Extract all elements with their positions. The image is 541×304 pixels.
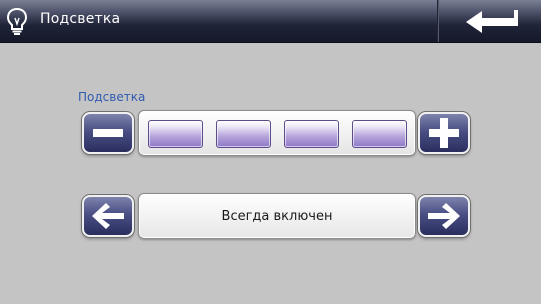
title-bar-divider [437, 0, 439, 42]
level-segment[interactable] [352, 120, 407, 148]
mode-prev-button[interactable] [82, 195, 134, 237]
level-segment[interactable] [284, 120, 339, 148]
level-segment[interactable] [148, 120, 203, 148]
mode-value-display: Всегда включен [138, 193, 416, 239]
plus-icon [429, 118, 459, 148]
mode-value: Всегда включен [221, 208, 333, 224]
level-segment[interactable] [216, 120, 271, 148]
lightbulb-icon [4, 6, 30, 36]
return-arrow-icon [452, 10, 532, 40]
title-bar: Подсветка [0, 0, 541, 43]
arrow-left-icon [92, 203, 124, 229]
back-button[interactable] [452, 6, 532, 36]
minus-icon [93, 129, 123, 137]
page-title: Подсветка [40, 11, 121, 27]
backlight-level-bar [138, 110, 416, 156]
mode-next-button[interactable] [418, 195, 470, 237]
increase-button[interactable] [418, 112, 470, 154]
decrease-button[interactable] [82, 112, 134, 154]
arrow-right-icon [428, 203, 460, 229]
settings-panel [0, 43, 541, 304]
backlight-label: Подсветка [78, 90, 146, 104]
